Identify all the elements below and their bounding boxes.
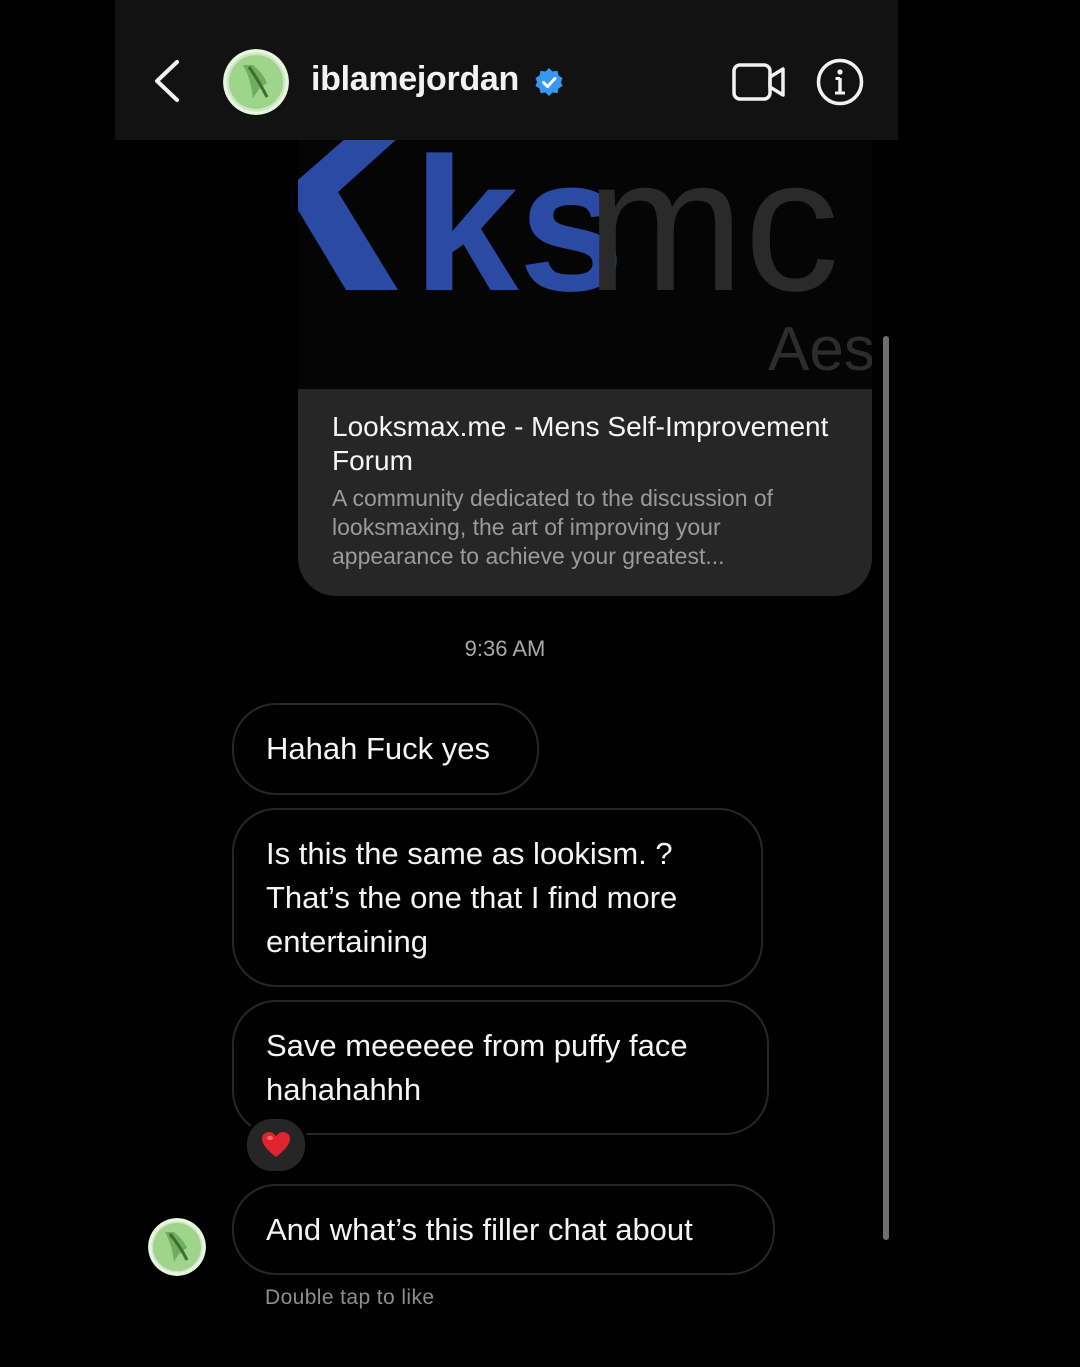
double-tap-hint: Double tap to like [265,1286,435,1309]
link-preview-text: Looksmax.me - Mens Self-Improvement Foru… [332,410,832,571]
logo-subtext: Aes [768,315,872,384]
sender-avatar[interactable] [148,1218,206,1276]
message-bubble[interactable]: And what’s this filler chat about [232,1184,775,1275]
chevron-left-icon [155,60,179,102]
message-bubble[interactable]: Is this the same as lookism. ? That’s th… [232,808,763,987]
message-bubble[interactable]: Hahah Fuck yes [232,703,539,795]
link-title: Looksmax.me - Mens Self-Improvement Foru… [332,411,829,476]
message-bubble[interactable]: Save meeeeee from puffy face hahahahhh [232,1000,769,1135]
heart-reaction[interactable] [244,1116,308,1174]
message-text: Save meeeeee from puffy face hahahahhh [266,1028,688,1107]
dm-screen: iblamejordan ks mc Aes Looksmax.me - Men… [0,0,1080,1367]
verified-badge-icon [534,67,564,97]
chat-username[interactable]: iblamejordan [311,60,519,99]
link-description: A community dedicated to the discussion … [332,485,774,569]
avatar[interactable] [223,49,289,115]
logo-text-secondary: mc [586,140,839,331]
message-text: Is this the same as lookism. ? That’s th… [266,836,678,959]
video-call-button[interactable] [732,62,786,102]
message-timestamp: 9:36 AM [464,636,546,661]
link-preview-card[interactable]: ks mc Aes Looksmax.me - Mens Self-Improv… [298,140,872,596]
heart-icon [262,1132,290,1157]
info-button[interactable] [816,58,864,106]
chat-header: iblamejordan [115,0,898,140]
back-button[interactable] [149,56,189,106]
video-camera-icon [732,63,785,101]
link-preview-image: ks mc Aes [298,140,872,389]
info-icon [816,58,864,106]
scrollbar[interactable] [883,336,889,1240]
message-text: Hahah Fuck yes [266,731,490,766]
message-text: And what’s this filler chat about [266,1212,693,1247]
